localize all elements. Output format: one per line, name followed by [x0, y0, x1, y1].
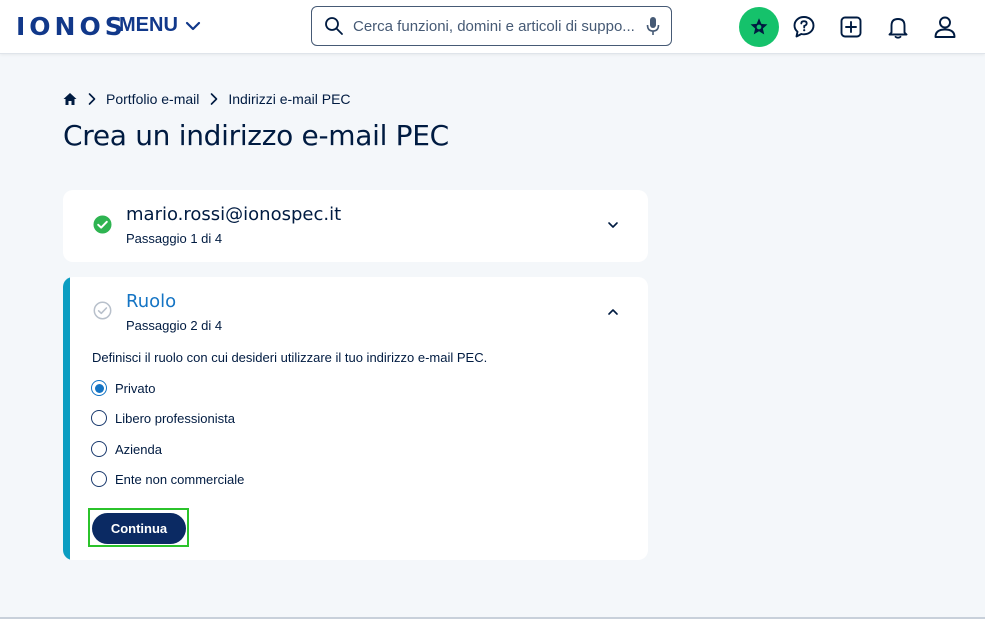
user-icon — [934, 16, 956, 38]
ai-assistant-button[interactable] — [739, 7, 779, 47]
breadcrumb: Portfolio e-mail Indirizzi e-mail PEC — [63, 91, 351, 107]
radio-option-ente-non-commerciale[interactable]: Ente non commerciale — [91, 471, 244, 487]
menu-label: MENU — [119, 14, 178, 36]
radio-button[interactable] — [91, 380, 107, 396]
radio-label: Libero professionista — [115, 410, 235, 426]
radio-button[interactable] — [91, 441, 107, 457]
chevron-down-icon[interactable] — [606, 218, 620, 232]
chevron-up-icon[interactable] — [606, 305, 620, 319]
step-card-email[interactable]: mario.rossi@ionospec.it Passaggio 1 di 4 — [63, 190, 648, 262]
bell-icon — [888, 18, 908, 39]
search-input[interactable] — [353, 17, 639, 35]
chevron-right-icon — [88, 93, 96, 105]
check-circle-outline-icon — [93, 301, 112, 320]
add-button[interactable] — [831, 7, 871, 47]
step-subtitle: Passaggio 1 di 4 — [126, 231, 223, 246]
help-button[interactable] — [784, 7, 824, 47]
radio-button[interactable] — [91, 410, 107, 426]
check-circle-icon — [93, 215, 112, 234]
step-card-role: Ruolo Passaggio 2 di 4 Definisci il ruol… — [63, 277, 648, 560]
radio-option-privato[interactable]: Privato — [91, 380, 155, 396]
microphone-icon[interactable] — [645, 16, 661, 36]
step-title: mario.rossi@ionospec.it — [126, 204, 342, 225]
radio-label: Privato — [115, 380, 156, 396]
account-button[interactable] — [925, 7, 965, 47]
page-title: Crea un indirizzo e-mail PEC — [63, 119, 449, 152]
ionos-logo[interactable]: IONOS — [16, 12, 127, 41]
radio-option-libero-professionista[interactable]: Libero professionista — [91, 410, 235, 426]
search-icon — [325, 17, 343, 35]
star-icon — [750, 18, 768, 35]
top-navigation-bar: IONOS MENU — [0, 0, 985, 54]
breadcrumb-link-pec[interactable]: Indirizzi e-mail PEC — [228, 91, 350, 107]
plus-square-icon — [840, 16, 862, 38]
chat-help-icon — [793, 16, 815, 38]
radio-option-azienda[interactable]: Azienda — [91, 441, 162, 457]
menu-button[interactable]: MENU — [119, 14, 202, 37]
step-title: Ruolo — [126, 291, 177, 312]
chevron-down-icon — [185, 21, 200, 30]
chevron-right-icon — [211, 93, 218, 105]
radio-label: Ente non commerciale — [115, 471, 245, 487]
home-icon[interactable] — [63, 92, 77, 106]
notifications-button[interactable] — [878, 7, 918, 47]
role-description: Definisci il ruolo con cui desideri util… — [92, 350, 488, 365]
breadcrumb-link-portfolio[interactable]: Portfolio e-mail — [106, 91, 199, 107]
radio-button[interactable] — [91, 471, 107, 487]
continue-button[interactable]: Continua — [92, 513, 186, 544]
search-box[interactable] — [311, 6, 672, 46]
step-subtitle: Passaggio 2 di 4 — [126, 318, 223, 333]
active-step-accent — [63, 277, 70, 560]
radio-label: Azienda — [115, 441, 162, 457]
